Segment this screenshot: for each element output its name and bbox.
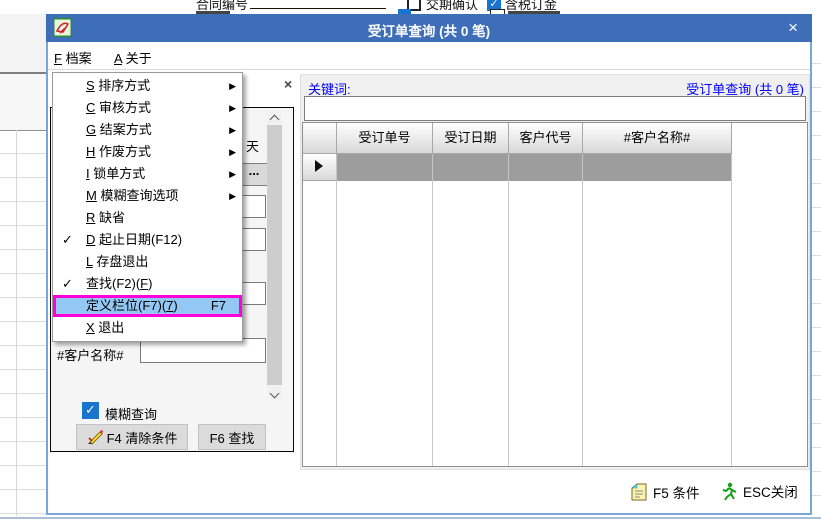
background-grid-line	[16, 130, 17, 516]
running-man-icon	[720, 482, 738, 501]
fuzzy-query-label: 模糊查询	[105, 404, 157, 423]
menu-item-lock[interactable]: I 锁单方式 ▶	[53, 163, 242, 185]
row-selector-header[interactable]	[303, 123, 337, 154]
column-header[interactable]: #客户名称#	[583, 123, 732, 154]
menu-item-label: 查找(F2)(F)	[86, 276, 152, 291]
menu-about[interactable]: A 关于	[114, 48, 152, 67]
current-row-arrow-icon	[315, 160, 323, 172]
scroll-up-icon[interactable]	[267, 111, 282, 125]
fuzzy-query-checkbox[interactable]: ✓	[82, 402, 99, 419]
dialog-titlebar[interactable]: 受订单查询 (共 0 笔) ×	[46, 14, 812, 42]
submenu-arrow-icon: ▶	[229, 119, 236, 141]
menu-item-fuzzy-options[interactable]: M 模糊查询选项 ▶	[53, 185, 242, 207]
background-grid	[0, 130, 46, 516]
column-header[interactable]: 客户代号	[509, 123, 583, 154]
menu-item-define-columns[interactable]: 定义栏位(F7)(7) F7	[53, 295, 242, 317]
submenu-arrow-icon: ▶	[229, 185, 236, 207]
browse-button[interactable]: ...	[240, 163, 268, 186]
menu-item-label: D 起止日期(F12)	[86, 232, 182, 247]
submenu-arrow-icon: ▶	[229, 163, 236, 185]
dialog-title: 受订单查询 (共 0 笔)	[46, 20, 812, 40]
contract-number-field[interactable]	[250, 8, 386, 9]
menu-item-default[interactable]: R 缺省	[53, 207, 242, 229]
menu-shortcut-label: F7	[211, 298, 226, 313]
delivery-confirm-label: 交期确认	[426, 0, 478, 13]
table-gridline	[336, 154, 337, 467]
menu-item-audit[interactable]: C 审核方式 ▶	[53, 97, 242, 119]
keyword-input[interactable]	[304, 96, 806, 121]
panel-scrollbar[interactable]	[267, 111, 282, 399]
menu-item-label: I 锁单方式	[86, 166, 145, 181]
menu-item-sort[interactable]: S 排序方式 ▶	[53, 75, 242, 97]
f5-condition-label: F5 条件	[653, 482, 700, 502]
pencil-eraser-icon	[87, 429, 103, 445]
menu-item-void[interactable]: H 作废方式 ▶	[53, 141, 242, 163]
table-gridline	[508, 154, 509, 467]
column-header[interactable]: 受订单号	[337, 123, 433, 154]
menu-file[interactable]: F 档案	[54, 48, 92, 67]
row-selector-cell[interactable]	[303, 154, 337, 181]
background-cell-block	[0, 14, 46, 74]
menu-item-label: S 排序方式	[86, 78, 150, 93]
customer-name-label: #客户名称#	[57, 345, 123, 364]
table-gridline	[731, 154, 732, 467]
f5-condition-button[interactable]: F5 条件	[630, 482, 700, 502]
menu-item-label: G 结案方式	[86, 122, 152, 137]
scroll-down-icon[interactable]	[267, 385, 282, 399]
background-cell-block	[0, 74, 46, 131]
menu-item-label: L 存盘退出	[86, 254, 148, 269]
menu-item-label: C 审核方式	[86, 100, 151, 115]
submenu-arrow-icon: ▶	[229, 75, 236, 97]
background-window-edge	[0, 517, 821, 519]
checkmark-icon: ✓	[62, 229, 73, 251]
note-page-icon	[630, 483, 648, 501]
menu-item-save-exit[interactable]: L 存盘退出	[53, 251, 242, 273]
menu-item-label: 定义栏位(F7)(7)	[86, 298, 178, 313]
results-table[interactable]: 受订单号受订日期客户代号#客户名称#	[302, 122, 808, 467]
menu-item-closecase[interactable]: G 结案方式 ▶	[53, 119, 242, 141]
clear-conditions-label: F4 清除条件	[107, 428, 178, 447]
screen: 合同编号 交期确认 ✓ 含税订金 受订单查询 (共 0 笔) × F 档案 A …	[0, 0, 821, 522]
menu-item-label: H 作废方式	[86, 144, 151, 159]
clear-conditions-button[interactable]: F4 清除条件	[76, 424, 188, 450]
find-button[interactable]: F6 查找	[198, 424, 266, 450]
submenu-arrow-icon: ▶	[229, 97, 236, 119]
panel-close-icon[interactable]: ×	[284, 76, 292, 92]
menu-item-label: R 缺省	[86, 210, 125, 225]
menu-item-exit[interactable]: X 退出	[53, 317, 242, 339]
checkmark-icon: ✓	[62, 273, 73, 295]
table-gridline	[432, 154, 433, 467]
context-menu: S 排序方式▶C 审核方式▶G 结案方式▶H 作废方式▶I 锁单方式▶M 模糊查…	[52, 72, 243, 342]
column-header[interactable]: 受订日期	[433, 123, 509, 154]
submenu-arrow-icon: ▶	[229, 141, 236, 163]
menu-item-date-range[interactable]: ✓ D 起止日期(F12)	[53, 229, 242, 251]
menu-item-label: X 退出	[86, 320, 124, 335]
esc-close-label: ESC关闭	[743, 481, 798, 501]
table-gridline	[582, 154, 583, 467]
close-icon[interactable]: ×	[788, 18, 798, 38]
find-button-label: F6 查找	[210, 428, 255, 447]
selected-empty-row[interactable]	[337, 154, 732, 181]
days-suffix-label: 天	[246, 136, 259, 155]
dialog-menubar: F 档案 A 关于	[48, 42, 810, 70]
background-grid	[812, 40, 821, 516]
menu-item-label: M 模糊查询选项	[86, 188, 178, 203]
esc-close-button[interactable]: ESC关闭	[720, 481, 798, 501]
menu-item-find[interactable]: ✓ 查找(F2)(F)	[53, 273, 242, 295]
